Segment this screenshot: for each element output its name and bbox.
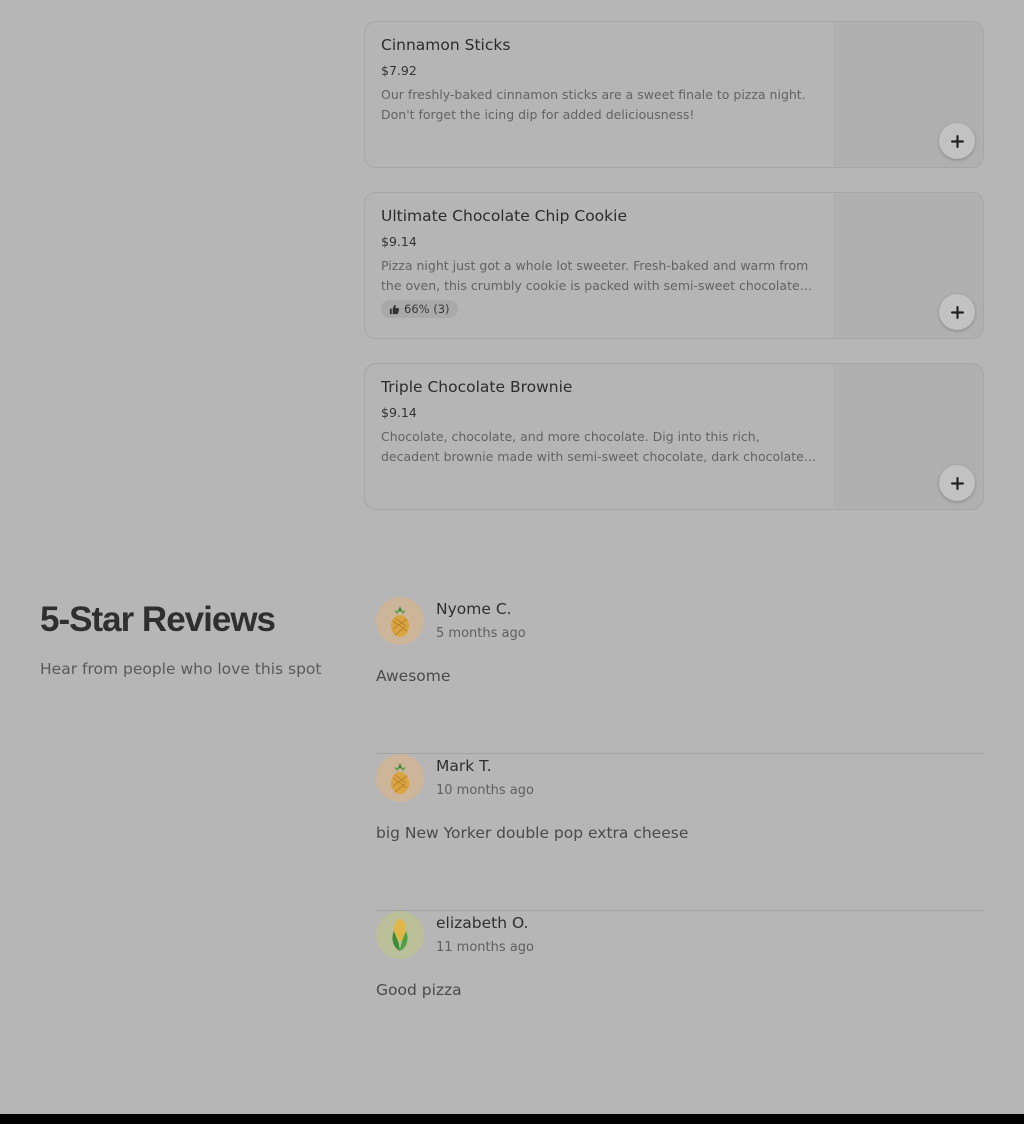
review-text: Awesome xyxy=(376,667,451,685)
review-item: Nyome C. 5 months ago Awesome xyxy=(376,597,984,754)
menu-item-price: $7.92 xyxy=(381,63,417,78)
add-to-cart-button[interactable] xyxy=(939,123,975,159)
avatar xyxy=(376,597,424,645)
menu-item-card[interactable]: Ultimate Chocolate Chip Cookie $9.14 Piz… xyxy=(364,192,984,339)
review-time: 5 months ago xyxy=(436,626,526,641)
review-list: Nyome C. 5 months ago Awesome Mark T. 10… xyxy=(376,597,984,1068)
plus-icon xyxy=(950,134,964,148)
menu-item-description: Our freshly-baked cinnamon sticks are a … xyxy=(381,87,806,122)
review-text: big New Yorker double pop extra cheese xyxy=(376,824,689,842)
reviewer-info: Mark T. 10 months ago xyxy=(436,757,534,798)
add-to-cart-button[interactable] xyxy=(939,294,975,330)
pineapple-icon xyxy=(391,763,409,794)
reviews-header: 5-Star Reviews Hear from people who love… xyxy=(40,600,321,678)
review-time: 10 months ago xyxy=(436,783,534,798)
plus-icon xyxy=(950,305,964,319)
corn-icon xyxy=(392,919,408,951)
plus-icon xyxy=(950,476,964,490)
rating-badge: 66% (3) xyxy=(381,300,458,318)
menu-item-card[interactable]: Cinnamon Sticks $7.92 Our freshly-baked … xyxy=(364,21,984,168)
menu-item-card[interactable]: Triple Chocolate Brownie $9.14 Chocolate… xyxy=(364,363,984,510)
avatar xyxy=(376,911,424,959)
menu-item-description: Pizza night just got a whole lot sweeter… xyxy=(381,258,809,293)
reviewer-name: Nyome C. xyxy=(436,600,512,618)
menu-item-list: Cinnamon Sticks $7.92 Our freshly-baked … xyxy=(364,21,984,534)
pineapple-icon xyxy=(391,606,409,637)
menu-item-name: Ultimate Chocolate Chip Cookie xyxy=(381,207,627,225)
reviewer-name: elizabeth O. xyxy=(436,914,529,932)
add-to-cart-button[interactable] xyxy=(939,465,975,501)
review-text: Good pizza xyxy=(376,981,462,999)
menu-item-price: $9.14 xyxy=(381,234,417,249)
menu-item-description: Chocolate, chocolate, and more chocolate… xyxy=(381,429,804,464)
menu-item-info: Ultimate Chocolate Chip Cookie $9.14 Piz… xyxy=(381,207,821,319)
menu-item-info: Triple Chocolate Brownie $9.14 Chocolate… xyxy=(381,378,821,467)
reviews-title: 5-Star Reviews xyxy=(40,600,276,639)
avatar xyxy=(376,754,424,802)
menu-item-name: Cinnamon Sticks xyxy=(381,36,511,54)
menu-item-price: $9.14 xyxy=(381,405,417,420)
footer-bar xyxy=(0,1114,1024,1124)
reviewer-name: Mark T. xyxy=(436,757,492,775)
thumbs-up-icon xyxy=(389,304,400,314)
reviewer-info: Nyome C. 5 months ago xyxy=(436,600,526,641)
reviewer-info: elizabeth O. 11 months ago xyxy=(436,914,534,955)
review-item: elizabeth O. 11 months ago Good pizza xyxy=(376,911,984,1068)
menu-item-name: Triple Chocolate Brownie xyxy=(381,378,573,396)
review-time: 11 months ago xyxy=(436,940,534,955)
reviews-subtitle: Hear from people who love this spot xyxy=(40,660,322,678)
rating-text: 66% (3) xyxy=(404,302,450,316)
review-item: Mark T. 10 months ago big New Yorker dou… xyxy=(376,754,984,911)
menu-item-info: Cinnamon Sticks $7.92 Our freshly-baked … xyxy=(381,36,821,125)
